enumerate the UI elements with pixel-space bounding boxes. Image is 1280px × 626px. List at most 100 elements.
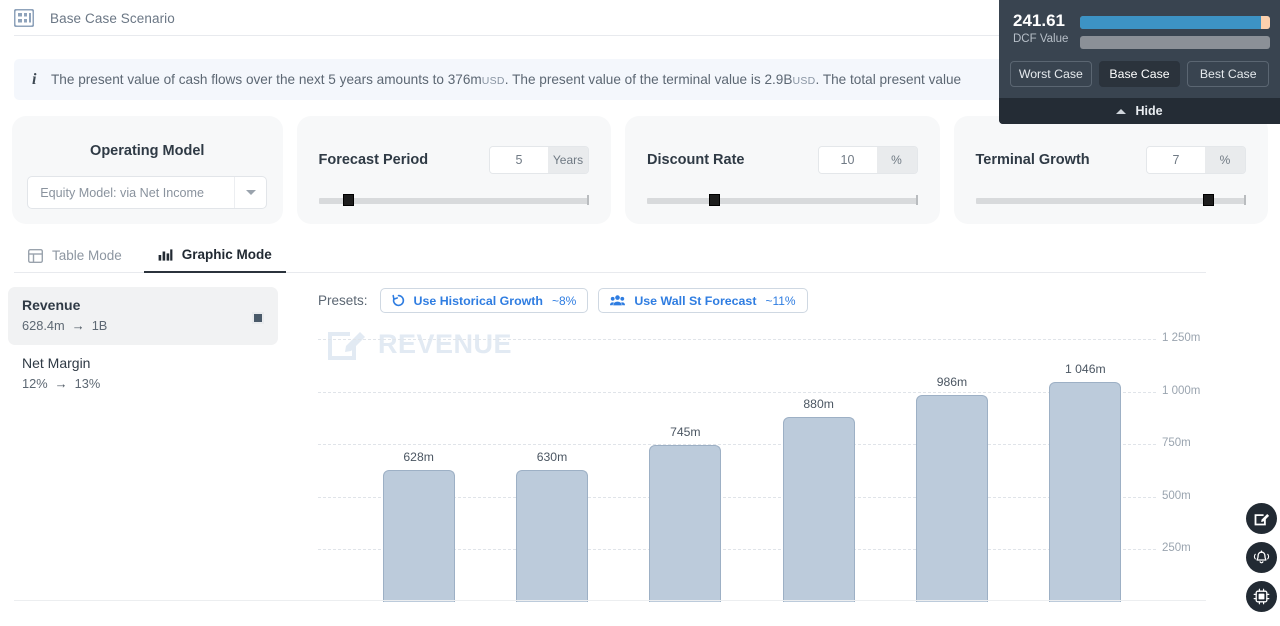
slider-thumb[interactable] (709, 194, 721, 206)
chart-bar-group[interactable]: 986m (885, 312, 1018, 602)
ai-assistant-button[interactable] (1246, 581, 1277, 612)
slider-thumb[interactable] (1202, 194, 1214, 206)
dcf-progress-group (1080, 12, 1270, 49)
forecast-period-card: Forecast Period Years (296, 116, 611, 224)
revenue-bar-chart: REVENUE 250m 500m 750m 1 000m 1 250m 628m 630… (14, 312, 1218, 602)
scenario-base-case-button[interactable]: Base Case (1098, 61, 1181, 87)
edit-note-button[interactable] (1246, 503, 1277, 534)
chart-baseline (14, 600, 1206, 601)
bar-value-label: 745m (670, 425, 701, 440)
dcf-primary-progress-fill (1080, 16, 1263, 29)
y-axis-tick-label: 1 000m (1162, 384, 1201, 397)
operating-model-card: Operating Model Equity Model: via Net In… (12, 116, 283, 224)
discount-rate-input[interactable] (818, 147, 877, 173)
scenario-worst-case-button[interactable]: Worst Case (1010, 61, 1092, 87)
slider-thumb[interactable] (342, 194, 354, 206)
view-mode-tabs: Table Mode Graphic Mode (14, 240, 1206, 273)
chart-bar-group[interactable]: 880m (752, 312, 885, 602)
table-icon (28, 248, 43, 263)
chart-bar[interactable] (915, 394, 988, 602)
bar-value-label: 628m (403, 450, 434, 465)
terminal-growth-input[interactable] (1147, 147, 1205, 173)
forecast-period-slider[interactable] (318, 194, 589, 206)
operating-model-value: Equity Model: via Net Income (40, 185, 205, 200)
dcf-hide-button[interactable]: Hide (999, 98, 1280, 124)
terminal-growth-field[interactable]: % (1146, 146, 1246, 174)
dcf-overlay-panel: 241.61 DCF Value Worst Case Base Case Be… (999, 0, 1280, 124)
presets-label: Presets: (318, 293, 368, 308)
metric-range: 628.4m → 1B (22, 318, 264, 333)
y-axis-tick-label: 1 250m (1162, 332, 1201, 345)
arrow-right-icon: → (54, 376, 68, 391)
dcf-primary-progress-tip (1261, 16, 1270, 29)
metric-item-revenue[interactable]: Revenue 628.4m → 1B (8, 287, 278, 345)
tab-graphic-mode[interactable]: Graphic Mode (143, 247, 286, 273)
discount-rate-field[interactable]: % (817, 146, 918, 174)
presets-row: Presets: Use Historical Growth ~8% Use W… (318, 288, 808, 313)
y-axis-tick-label: 250m (1162, 542, 1191, 555)
chart-bar[interactable] (782, 417, 855, 602)
scenario-best-case-button[interactable]: Best Case (1187, 61, 1270, 87)
forecast-period-field[interactable]: Years (489, 146, 589, 174)
chart-bar[interactable] (515, 469, 588, 602)
slider-end-tick (587, 195, 589, 205)
preset-historical-growth-pct: ~8% (551, 293, 577, 308)
terminal-growth-slider[interactable] (975, 194, 1246, 206)
operating-model-select[interactable]: Equity Model: via Net Income (27, 176, 268, 209)
discount-rate-card: Discount Rate % (625, 116, 940, 224)
bar-value-label: 880m (803, 397, 834, 412)
chart-bar[interactable] (649, 445, 722, 602)
terminal-growth-title: Terminal Growth (975, 152, 1090, 168)
dcf-scenario-toggle: Worst Case Base Case Best Case (999, 61, 1280, 98)
arrow-right-icon: → (71, 318, 85, 333)
chart-bar[interactable] (382, 470, 455, 602)
terminal-growth-card: Terminal Growth % (953, 116, 1268, 224)
chevron-down-icon[interactable] (234, 177, 266, 208)
bar-value-label: 1 046m (1064, 362, 1106, 377)
forecast-period-input[interactable] (490, 147, 548, 173)
ai-chip-icon (1253, 588, 1270, 605)
bell-icon (1253, 549, 1270, 563)
metric-item-net-margin[interactable]: Net Margin 12% → 13% (8, 345, 278, 403)
info-icon: i (32, 70, 37, 88)
metric-to: 13% (74, 376, 101, 391)
info-text-part3: . The total present value (815, 72, 962, 87)
metric-from: 628.4m (22, 318, 65, 333)
metric-name: Revenue (22, 297, 81, 313)
chart-bar[interactable] (1049, 382, 1122, 602)
chart-bar-group[interactable]: 1 046m (1019, 312, 1152, 602)
discount-rate-slider[interactable] (647, 194, 918, 206)
chart-bar-group[interactable]: 628m (352, 312, 485, 602)
chart-bar-group[interactable]: 745m (619, 312, 752, 602)
floating-action-buttons (1246, 503, 1277, 612)
slider-track (647, 198, 918, 204)
info-unit-2: USD (792, 75, 816, 87)
tab-graphic-mode-label: Graphic Mode (181, 247, 272, 262)
chart-bar-group[interactable]: 630m (485, 312, 618, 602)
controls-row: Operating Model Equity Model: via Net In… (12, 116, 1268, 224)
info-banner-text: The present value of cash flows over the… (51, 72, 961, 87)
operating-model-title: Operating Model (90, 143, 205, 159)
dcf-value-group: 241.61 DCF Value (1013, 11, 1068, 44)
discount-rate-title: Discount Rate (647, 152, 745, 168)
terminal-growth-unit: % (1205, 147, 1245, 173)
preset-historical-growth-button[interactable]: Use Historical Growth ~8% (379, 288, 589, 313)
info-text-part1: The present value of cash flows over the… (51, 72, 482, 87)
tab-table-mode[interactable]: Table Mode (14, 248, 136, 272)
y-axis-tick-label: 500m (1162, 489, 1191, 502)
preset-wall-st-forecast-pct: ~11% (765, 293, 796, 308)
chart-bars: 628m 630m 745m 880m 986m 1 046m (352, 312, 1152, 602)
info-unit-1: USD (481, 75, 505, 87)
metric-color-swatch[interactable] (252, 312, 264, 324)
metric-to: 1B (91, 318, 108, 333)
slider-track (318, 198, 589, 204)
metric-list: Revenue 628.4m → 1B Net Margin 12% → 13% (8, 287, 278, 403)
dcf-primary-progress-bar (1080, 16, 1270, 29)
metric-from: 12% (22, 376, 48, 391)
dcf-value: 241.61 (1013, 11, 1065, 30)
preset-wall-st-forecast-button[interactable]: Use Wall St Forecast ~11% (598, 288, 808, 313)
slider-end-tick (915, 195, 918, 205)
slider-end-tick (1244, 195, 1246, 205)
app-root: Base Case Scenario i The present value o… (0, 0, 1280, 626)
notifications-button[interactable] (1246, 542, 1277, 573)
